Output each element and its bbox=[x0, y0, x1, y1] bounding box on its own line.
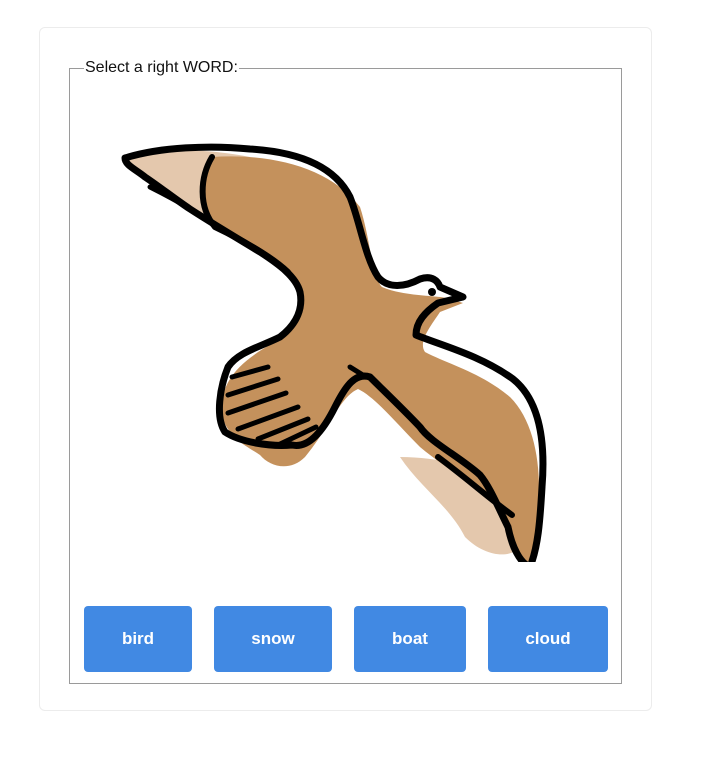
option-cloud-button[interactable]: cloud bbox=[488, 606, 608, 672]
bird-icon bbox=[120, 127, 552, 562]
option-boat-button[interactable]: boat bbox=[354, 606, 466, 672]
option-snow-button[interactable]: snow bbox=[214, 606, 332, 672]
option-bird-button[interactable]: bird bbox=[84, 606, 192, 672]
quiz-fieldset: Select a right WORD: bird snow boat clou… bbox=[69, 59, 622, 684]
quiz-card: Select a right WORD: bird snow boat clou… bbox=[39, 27, 652, 711]
quiz-prompt: Select a right WORD: bbox=[85, 59, 238, 76]
